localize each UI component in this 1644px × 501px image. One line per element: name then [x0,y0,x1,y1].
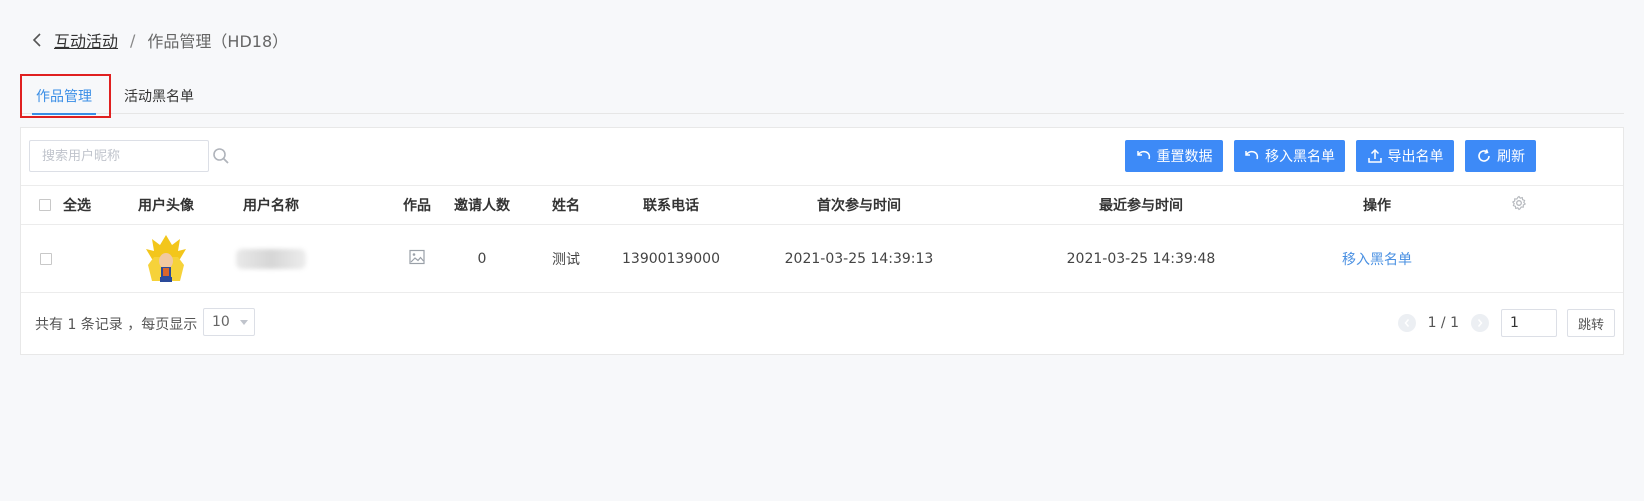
reset-data-button[interactable]: 重置数据 [1125,140,1223,172]
breadcrumb-parent-link[interactable]: 互动活动 [54,28,118,52]
avatar-cell [116,225,216,292]
select-all-checkbox[interactable] [39,199,51,211]
refresh-button[interactable]: 刷新 [1465,140,1536,172]
username-cell [221,225,321,292]
move-to-blacklist-button[interactable]: 移入黑名单 [1234,140,1345,172]
table-row: 0 测试 13900139000 2021-03-25 14:39:13 202… [21,225,1623,293]
caret-down-icon [240,320,248,325]
next-page-button[interactable] [1471,314,1489,332]
row-checkbox[interactable] [40,252,52,265]
pagination: 1 / 1 跳转 [1397,307,1623,339]
upload-icon [1367,148,1382,163]
settings-icon[interactable] [1511,195,1527,215]
table-header: 全选 用户头像 用户名称 作品 邀请人数 姓名 联系电话 首次参与时间 最近参与… [21,185,1623,225]
prev-page-button[interactable] [1397,314,1416,332]
page-size-select[interactable]: 10 [203,308,255,336]
search-input[interactable] [30,141,212,171]
column-username: 用户名称 [243,198,299,214]
last-time-cell: 2021-03-25 14:39:48 [1066,250,1216,267]
export-list-button[interactable]: 导出名单 [1356,140,1454,172]
first-time-cell: 2021-03-25 14:39:13 [784,250,934,267]
select-all-cell: 全选 [39,186,99,224]
name-cell: 测试 [552,251,580,268]
column-avatar: 用户头像 [138,198,194,214]
search-icon[interactable] [212,143,230,169]
column-last-time: 最近参与时间 [1099,198,1183,214]
column-settings-cell [1507,186,1531,224]
breadcrumb-current: 作品管理（HD18） [147,32,289,51]
reset-data-label: 重置数据 [1156,149,1213,165]
column-phone: 联系电话 [643,198,699,214]
column-invites: 邀请人数 [454,198,510,214]
total-records-text: 共有 1 条记录 ，每页显示 [35,317,198,333]
search-box [29,140,229,172]
column-actions: 操作 [1363,198,1391,214]
chevron-right-icon [1477,319,1483,327]
select-all-label: 全选 [63,198,91,214]
column-name: 姓名 [552,198,580,214]
blurred-username [236,248,306,269]
export-list-label: 导出名单 [1387,149,1444,165]
tab-activity-blacklist[interactable]: 活动黑名单 [108,78,210,114]
undo-icon [1245,150,1259,160]
tab-bar: 作品管理 活动黑名单 [20,78,1624,115]
phone-cell: 13900139000 [622,250,720,267]
breadcrumb: 互动活动 / 作品管理（HD18） [28,28,288,52]
work-cell [389,225,445,292]
jump-page-input[interactable] [1501,309,1557,337]
table-footer: 共有 1 条记录 ，每页显示 10 1 / 1 跳转 [21,293,1623,355]
move-to-blacklist-label: 移入黑名单 [1265,149,1335,165]
column-work: 作品 [403,198,431,214]
chevron-left-icon[interactable] [28,31,46,49]
row-move-to-blacklist-link[interactable]: 移入黑名单 [1327,225,1427,292]
invites-cell: 0 [477,250,487,267]
content-panel: 重置数据 移入黑名单 导出名单 刷新 全选 用户头像 用户名称 作品 邀请人数 … [20,127,1624,355]
refresh-label: 刷新 [1497,149,1525,165]
page-size-value: 10 [212,314,230,330]
jump-button[interactable]: 跳转 [1567,309,1615,337]
breadcrumb-separator: / [130,30,136,50]
undo-icon [1136,150,1150,160]
chevron-left-icon [1404,319,1409,327]
tab-works-management[interactable]: 作品管理 [20,78,108,115]
row-select-cell [39,225,53,292]
column-first-time: 首次参与时间 [817,198,901,214]
refresh-icon [1478,149,1490,162]
page-info: 1 / 1 [1427,315,1459,331]
avatar [146,234,186,282]
image-icon[interactable] [409,249,425,269]
